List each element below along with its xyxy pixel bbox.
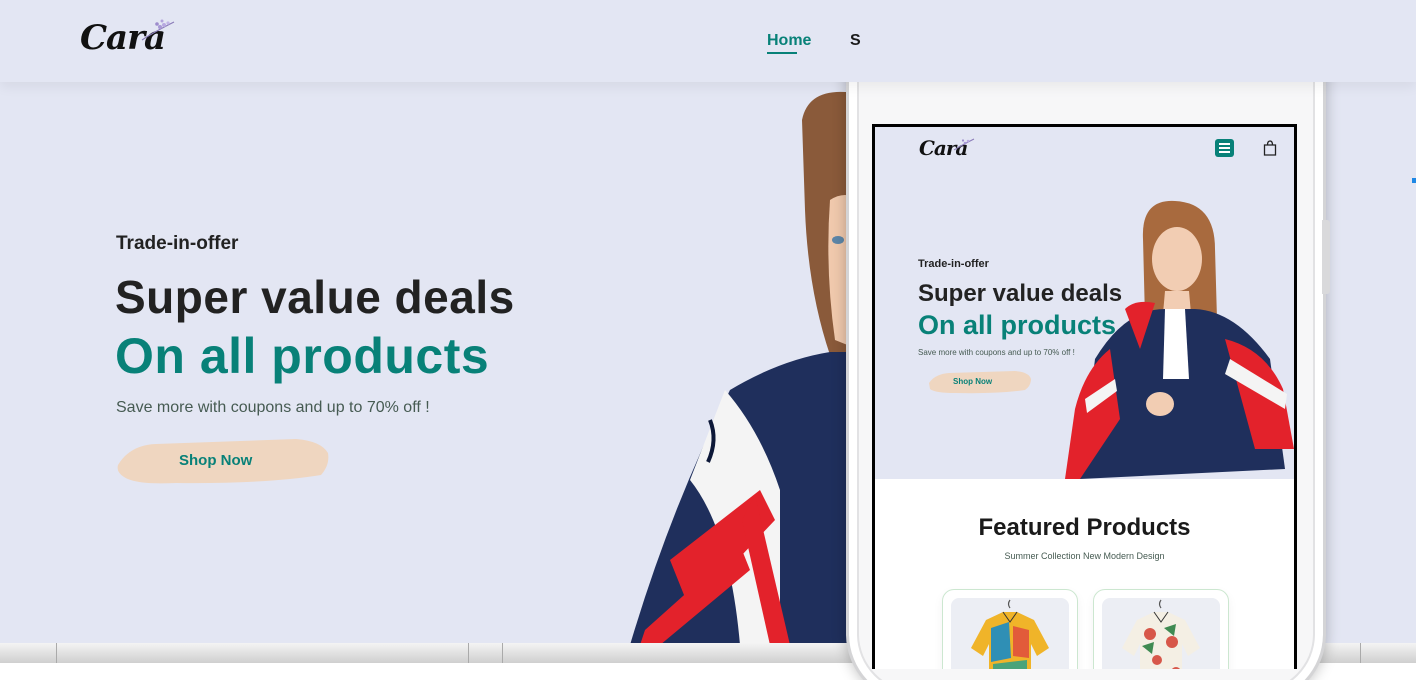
strip-divider [502,643,503,663]
shop-now-button[interactable]: Shop Now [116,435,332,489]
nav-active-underline [767,52,797,54]
page: Cara Home S Trade-in-offer Super value d… [0,0,1416,680]
strip-divider [56,643,57,663]
menu-icon[interactable] [1215,139,1234,157]
hero-headline-accent: On all products [115,328,490,384]
hero-headline: Super value deals [115,271,515,323]
mobile-hero-headline: Super value deals [918,280,1123,307]
shop-now-label: Shop Now [179,452,253,469]
product-card[interactable] [942,589,1078,669]
featured-products-subtitle: Summer Collection New Modern Design [1004,551,1165,561]
bag-icon[interactable] [1263,140,1277,156]
mobile-hero-description: Save more with coupons and up to 70% off… [918,348,1075,357]
lavender-sprig-icon [953,138,975,151]
shirt-icon [971,599,1049,669]
mobile-page: Cara Trade-in-offer Super value deals On… [875,127,1294,669]
strip-divider [468,643,469,663]
featured-products-title: Featured Products [978,514,1191,541]
site-header: Cara Home S [0,0,1416,82]
phone-side-button [1322,220,1330,294]
mobile-shop-now-button[interactable]: Shop Now [927,369,1033,395]
lavender-sprig-icon [141,19,175,41]
hero-description: Save more with coupons and up to 70% off… [116,399,430,416]
phone-screen: Cara Trade-in-offer Super value deals On… [872,124,1297,669]
product-card[interactable] [1093,589,1229,669]
nav-shop-link[interactable]: S [850,32,861,50]
hero-eyebrow: Trade-in-offer [116,233,239,254]
mobile-shop-now-label: Shop Now [953,377,993,386]
product-image [951,598,1069,669]
nav-home-link[interactable]: Home [767,32,811,50]
product-image [1102,598,1220,669]
shirt-icon [1122,599,1200,669]
mobile-hero-eyebrow: Trade-in-offer [918,258,989,270]
hero-model-image [630,91,860,645]
mobile-hero-headline-accent: On all products [918,310,1117,340]
edge-marker [1412,178,1416,183]
mobile-header: Cara [875,127,1294,173]
strip-divider [1360,643,1361,663]
